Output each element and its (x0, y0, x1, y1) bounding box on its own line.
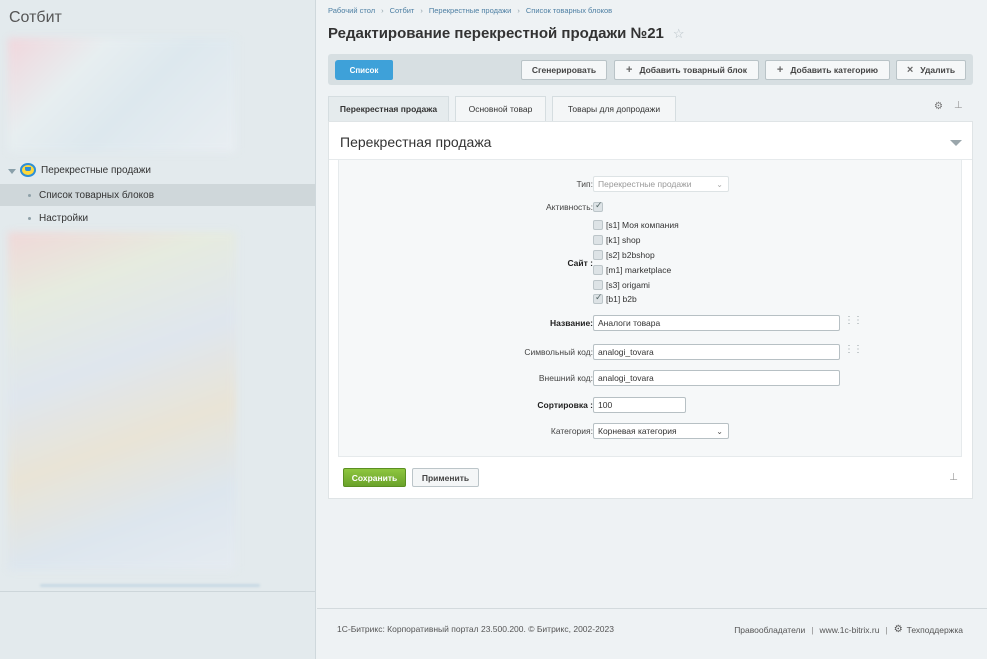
support-gear-icon: ⚙ (893, 624, 903, 635)
type-select: Перекрестные продажи ⌄ (593, 176, 729, 192)
add-block-button[interactable]: + Добавить товарный блок (614, 60, 759, 80)
edit-panel: Перекрестная продажа Тип: Перекрестные п… (328, 121, 973, 499)
apply-button[interactable]: Применить (412, 468, 479, 487)
support-link[interactable]: Техподдержка (907, 625, 963, 635)
page-title-text: Редактирование перекрестной продажи №21 (328, 25, 664, 42)
blurred-menu-block (8, 38, 236, 152)
site-checkbox-m1[interactable] (593, 265, 603, 275)
code-input[interactable]: analogi_tovara (593, 344, 840, 360)
rights-link[interactable]: Правообладатели (734, 625, 805, 635)
separator: | (885, 624, 888, 635)
site-option-label: [k1] shop (606, 235, 641, 245)
breadcrumb-item[interactable]: Сотбит (390, 6, 415, 15)
expand-arrow-icon[interactable] (8, 168, 16, 174)
gear-icon[interactable]: ⚙ (934, 101, 943, 112)
active-label: Активность: (546, 202, 593, 212)
tab-bar: Перекрестная продажа Основной товар Това… (328, 96, 973, 121)
breadcrumb-separator-icon: › (517, 6, 520, 15)
sidebar: Сотбит Перекрестные продажи Список товар… (0, 0, 316, 659)
category-select[interactable]: Корневая категория ⌄ (593, 423, 729, 439)
name-input[interactable]: Аналоги товара (593, 315, 840, 331)
toolbar: Список Сгенерировать + Добавить товарный… (328, 54, 973, 85)
breadcrumb-item[interactable]: Список товарных блоков (526, 6, 612, 15)
sidebar-item-block-list[interactable]: Список товарных блоков (0, 184, 315, 206)
site-option-label: [s2] b2bshop (606, 250, 655, 260)
collapse-icon[interactable] (950, 140, 962, 146)
generate-button[interactable]: Сгенерировать (521, 60, 607, 80)
list-button[interactable]: Список (335, 60, 393, 80)
bullet-icon (28, 193, 31, 197)
site-option-label: [s3] origami (606, 280, 650, 290)
site-link[interactable]: www.1c-bitrix.ru (819, 625, 879, 635)
generate-button-label: Сгенерировать (531, 65, 597, 75)
pin-icon[interactable]: ⊥ (949, 472, 958, 483)
divider (317, 608, 987, 609)
plus-icon: + (626, 64, 633, 76)
tab-cross-sale[interactable]: Перекрестная продажа (328, 96, 449, 121)
main-content: Рабочий стол › Сотбит › Перекрестные про… (317, 0, 987, 659)
form-area: Тип: Перекрестные продажи ⌄ Активность: … (338, 160, 962, 457)
breadcrumb-separator-icon: › (420, 6, 423, 15)
plus-icon: + (776, 64, 784, 76)
category-select-value: Корневая категория (598, 426, 677, 436)
external-code-input[interactable]: analogi_tovara (593, 370, 840, 386)
page-title: Редактирование перекрестной продажи №21 … (328, 25, 685, 42)
sort-label: Сортировка : (537, 400, 593, 410)
active-checkbox[interactable] (593, 200, 603, 212)
breadcrumb-separator-icon: › (381, 6, 384, 15)
panel-title: Перекрестная продажа (340, 134, 492, 150)
site-option-label: [b1] b2b (606, 294, 637, 304)
site-checkbox-b1[interactable] (593, 292, 603, 304)
site-checkbox-s3[interactable] (593, 280, 603, 290)
basket-icon (20, 163, 36, 177)
blurred-menu-block (8, 232, 236, 570)
chevron-down-icon: ⌄ (716, 427, 723, 436)
site-checkbox-s1[interactable] (593, 220, 603, 230)
site-option-label: [s1] Моя компания (606, 220, 679, 230)
sidebar-scrollbar[interactable] (40, 584, 260, 587)
separator: | (811, 624, 814, 635)
type-label: Тип: (576, 179, 593, 189)
add-block-button-label: Добавить товарный блок (639, 65, 747, 75)
sidebar-item-label: Список товарных блоков (39, 189, 155, 201)
breadcrumb-item[interactable]: Перекрестные продажи (429, 6, 512, 15)
sidebar-item-label: Настройки (39, 212, 89, 224)
close-icon: × (906, 64, 914, 76)
site-checkbox-k1[interactable] (593, 235, 603, 245)
breadcrumb: Рабочий стол › Сотбит › Перекрестные про… (328, 6, 612, 15)
add-category-button-label: Добавить категорию (790, 65, 879, 75)
chevron-down-icon: ⌄ (716, 180, 723, 189)
sidebar-item-settings[interactable]: Настройки (0, 207, 315, 229)
sort-input[interactable]: 100 (593, 397, 686, 413)
site-option-label: [m1] marketplace (606, 265, 672, 275)
footer-links: Правообладатели | www.1c-bitrix.ru | ⚙ Т… (734, 624, 963, 635)
site-checkbox-s2[interactable] (593, 250, 603, 260)
name-label: Название: (550, 318, 593, 328)
type-select-value: Перекрестные продажи (598, 179, 692, 189)
category-label: Категория: (550, 426, 593, 436)
add-category-button[interactable]: + Добавить категорию (765, 60, 890, 80)
app-title: Сотбит (9, 9, 62, 26)
drag-handle-icon[interactable]: ⋮⋮ (844, 315, 863, 326)
code-label: Символьный код: (524, 347, 593, 357)
site-label: Сайт : (567, 258, 593, 268)
sidebar-item-cross-sales[interactable]: Перекрестные продажи (8, 162, 151, 178)
bullet-icon (28, 216, 31, 220)
delete-button[interactable]: × Удалить (896, 60, 966, 80)
breadcrumb-item[interactable]: Рабочий стол (328, 6, 375, 15)
divider (0, 591, 315, 592)
pin-icon[interactable]: ⊥ (954, 100, 963, 111)
external-code-label: Внешний код: (538, 373, 593, 383)
save-button[interactable]: Сохранить (343, 468, 406, 487)
tab-upsell-products[interactable]: Товары для допродажи (552, 96, 676, 121)
tab-main-product[interactable]: Основной товар (455, 96, 546, 121)
star-icon[interactable]: ☆ (673, 26, 685, 42)
delete-button-label: Удалить (920, 65, 956, 75)
drag-handle-icon[interactable]: ⋮⋮ (844, 344, 863, 355)
sidebar-item-label: Перекрестные продажи (41, 164, 151, 176)
footer-copyright: 1С-Битрикс: Корпоративный портал 23.500.… (337, 624, 614, 634)
